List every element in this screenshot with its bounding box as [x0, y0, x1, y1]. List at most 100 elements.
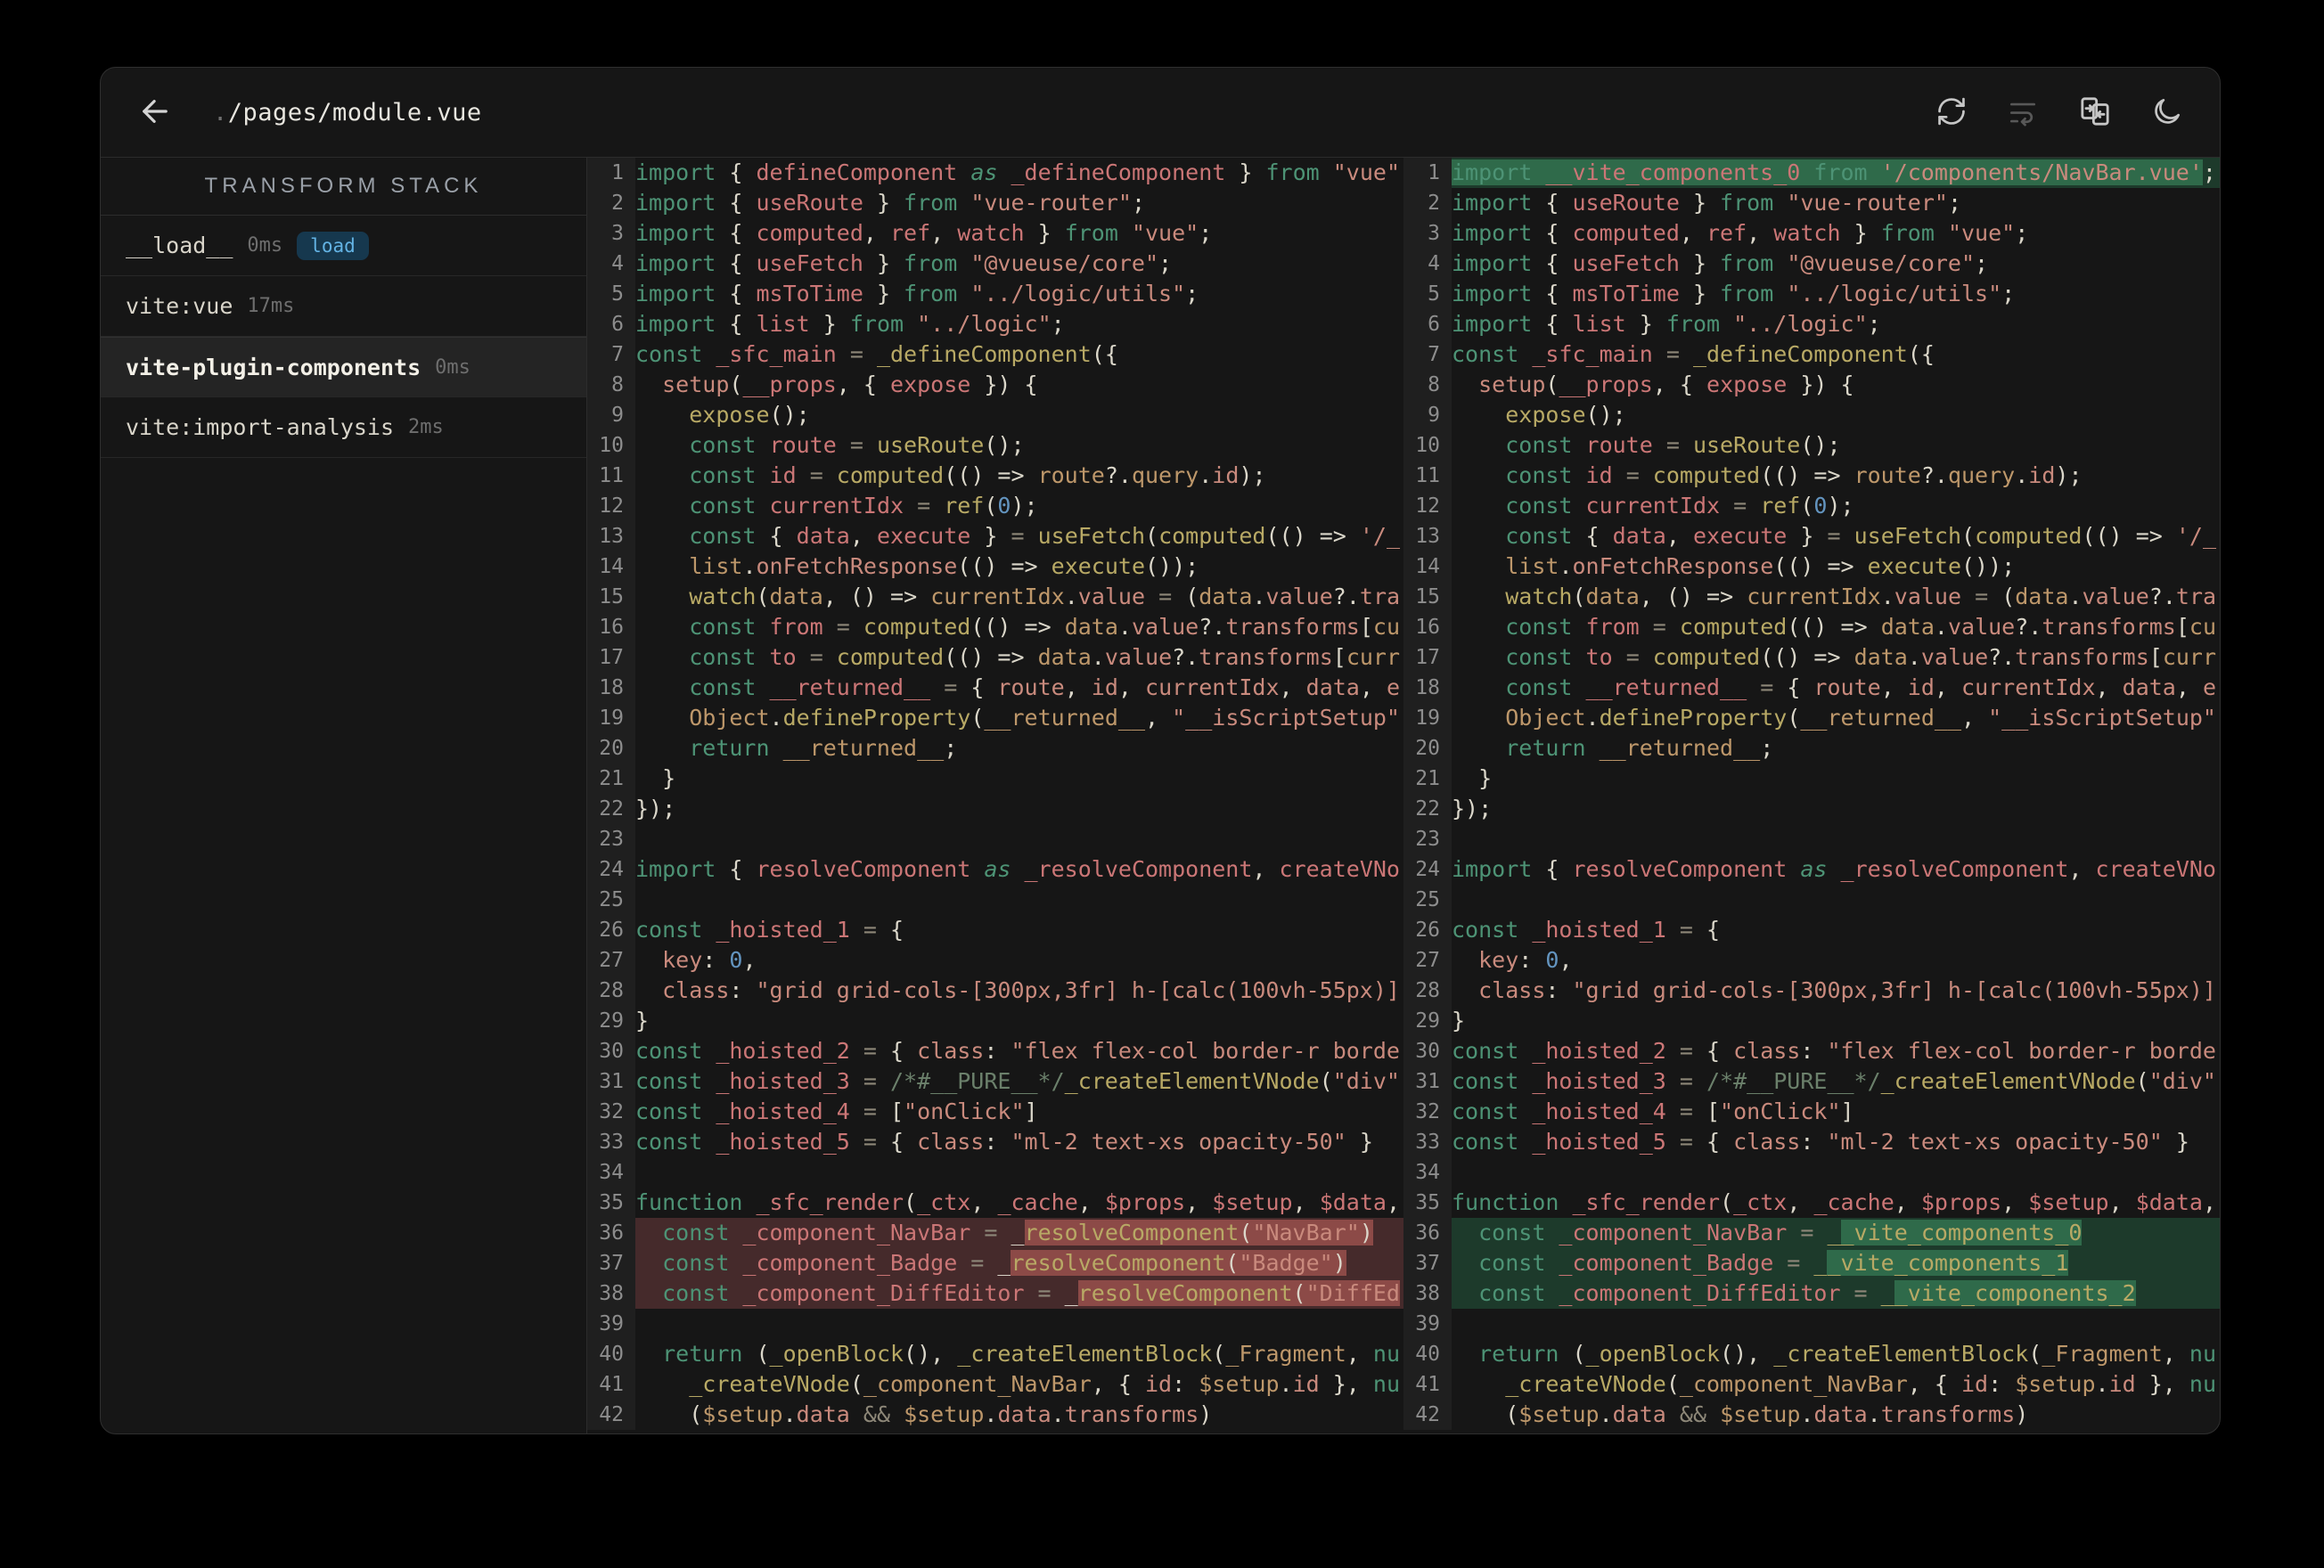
code-line-content: import { msToTime } from "../logic/utils…	[1452, 281, 2016, 306]
line-number: 32	[587, 1097, 635, 1127]
code-line: 12 const currentIdx = ref(0);	[1403, 491, 2220, 521]
code-line-content: setup(__props, { expose }) {	[1478, 372, 1854, 397]
code-line-content: import { useRoute } from "vue-router";	[1452, 190, 1961, 216]
line-number: 13	[1403, 521, 1452, 551]
code-line: 3 import { computed, ref, watch } from "v…	[587, 218, 1403, 249]
code-line: 4 import { useFetch } from "@vueuse/core"…	[1403, 249, 2220, 279]
line-number: 17	[1403, 642, 1452, 673]
code-line-content: const from = computed(() => data.value?.…	[1505, 614, 2217, 640]
code-line-content: import { msToTime } from "../logic/utils…	[635, 281, 1199, 306]
line-number: 42	[587, 1400, 635, 1430]
code-line-content: const to = computed(() => data.value?.tr…	[689, 644, 1401, 670]
code-line-content: const _component_Badge = __vite_componen…	[1452, 1248, 2220, 1278]
line-number: 31	[1403, 1066, 1452, 1097]
topbar-actions	[1935, 94, 2184, 132]
code-line: 5 import { msToTime } from "../logic/util…	[1403, 279, 2220, 309]
line-number: 23	[587, 824, 635, 854]
code-line-content: import { computed, ref, watch } from "vu…	[1452, 220, 2029, 246]
module-title-path: /pages/module.vue	[227, 98, 482, 127]
code-line-content: const _component_NavBar = __vite_compone…	[1452, 1218, 2220, 1248]
code-line-content: const _hoisted_3 = /*#__PURE__*/_createE…	[635, 1068, 1400, 1094]
line-number: 10	[587, 430, 635, 461]
code-line: 8 setup(__props, { expose }) {	[587, 370, 1403, 400]
refresh-button[interactable]	[1935, 94, 1968, 131]
code-line-content: const id = computed(() => route?.query.i…	[1505, 462, 2083, 488]
line-number: 10	[1403, 430, 1452, 461]
code-line: 30 const _hoisted_2 = { class: "flex flex…	[1403, 1036, 2220, 1066]
code-line-content: const __returned__ = { route, id, curren…	[689, 674, 1401, 700]
code-line: 1 import { defineComponent as _defineComp…	[587, 158, 1403, 188]
line-number: 18	[1403, 673, 1452, 703]
code-line-content: const _hoisted_3 = /*#__PURE__*/_createE…	[1452, 1068, 2216, 1094]
code-line-content: class: "grid grid-cols-[300px,3fr] h-[ca…	[662, 977, 1400, 1003]
code-line-content: const __returned__ = { route, id, curren…	[1505, 674, 2217, 700]
transform-stack-item[interactable]: vite:import-analysis 2ms	[101, 397, 586, 458]
code-line: 10 const route = useRoute();	[587, 430, 1403, 461]
transform-stack-item[interactable]: vite:vue 17ms	[101, 276, 586, 337]
code-line-content: Object.defineProperty(__returned__, "__i…	[689, 705, 1400, 731]
side-by-side-diff-button[interactable]	[2077, 94, 2113, 132]
code-line: 5 import { msToTime } from "../logic/util…	[587, 279, 1403, 309]
module-title-prefix: .	[213, 98, 228, 127]
code-line: 6 import { list } from "../logic";	[1403, 309, 2220, 339]
code-line: 34	[587, 1157, 1403, 1188]
code-line-content: const _hoisted_1 = {	[1452, 917, 1721, 943]
code-line-content: const route = useRoute();	[1505, 432, 1841, 458]
line-number: 4	[587, 249, 635, 279]
code-line-content	[1452, 1309, 2220, 1339]
code-line: 36 const _component_NavBar = _resolveCom…	[587, 1218, 1403, 1248]
code-line-content: list.onFetchResponse(() => execute());	[1505, 553, 2016, 579]
code-line-content: import { resolveComponent as _resolveCom…	[1452, 856, 2216, 882]
code-line: 7 const _sfc_main = _defineComponent({	[1403, 339, 2220, 370]
code-line: 16 const from = computed(() => data.valu…	[1403, 612, 2220, 642]
code-line-content: });	[635, 796, 676, 821]
code-line: 11 const id = computed(() => route?.quer…	[1403, 461, 2220, 491]
transform-stack-item[interactable]: __load__ 0ms load	[101, 216, 586, 276]
diff-pane-after: 1 import __vite_components_0 from '/compo…	[1403, 158, 2220, 1433]
line-number: 27	[587, 945, 635, 976]
line-number: 26	[1403, 915, 1452, 945]
line-number: 11	[587, 461, 635, 491]
line-number: 14	[587, 551, 635, 582]
line-number: 28	[587, 976, 635, 1006]
moon-icon	[2150, 94, 2184, 131]
code-line-content: const route = useRoute();	[689, 432, 1025, 458]
dark-mode-toggle-button[interactable]	[2150, 94, 2184, 131]
code-line: 32 const _hoisted_4 = ["onClick"]	[1403, 1097, 2220, 1127]
line-number: 17	[587, 642, 635, 673]
back-button[interactable]	[136, 93, 174, 133]
module-title: ./pages/module.vue	[213, 99, 482, 127]
code-line-content: setup(__props, { expose }) {	[662, 372, 1038, 397]
code-line-content: }	[1452, 765, 1493, 791]
code-line-content: import { useFetch } from "@vueuse/core";	[1452, 250, 1989, 276]
code-line-content: function _sfc_render(_ctx, _cache, $prop…	[1452, 1189, 2217, 1215]
line-number: 24	[587, 854, 635, 885]
code-line-content	[1452, 885, 2220, 915]
line-number: 16	[587, 612, 635, 642]
code-line: 21 }	[587, 764, 1403, 794]
line-wrap-button[interactable]	[2006, 94, 2040, 131]
code-line: 35 function _sfc_render(_ctx, _cache, $pr…	[1403, 1188, 2220, 1218]
code-line-content: import { list } from "../logic";	[635, 311, 1065, 337]
code-line-content: Object.defineProperty(__returned__, "__i…	[1505, 705, 2216, 731]
code-line-content	[635, 1309, 1403, 1339]
transform-stack-header: TRANSFORM STACK	[101, 158, 586, 216]
line-number: 13	[587, 521, 635, 551]
code-line-content: }	[635, 1008, 650, 1033]
code-line-content: }	[635, 765, 676, 791]
plugin-name: vite-plugin-components	[126, 354, 421, 380]
code-line-content	[1452, 1157, 2220, 1188]
code-line-content: const _component_DiffEditor = _resolveCo…	[635, 1278, 1403, 1309]
code-line: 41 _createVNode(_component_NavBar, { id:…	[1403, 1369, 2220, 1400]
vite-inspect-window: ./pages/module.vue TRANSFORM STACK __loa…	[100, 67, 2221, 1434]
line-number: 21	[1403, 764, 1452, 794]
line-number: 16	[1403, 612, 1452, 642]
code-line-content: function _sfc_render(_ctx, _cache, $prop…	[635, 1189, 1401, 1215]
line-number: 12	[1403, 491, 1452, 521]
code-line: 20 return __returned__;	[1403, 733, 2220, 764]
line-number: 22	[1403, 794, 1452, 824]
line-number: 29	[587, 1006, 635, 1036]
transform-stack-item[interactable]: vite-plugin-components 0ms	[101, 337, 586, 397]
code-line: 27 key: 0,	[587, 945, 1403, 976]
code-line-content: const currentIdx = ref(0);	[1505, 493, 1854, 519]
